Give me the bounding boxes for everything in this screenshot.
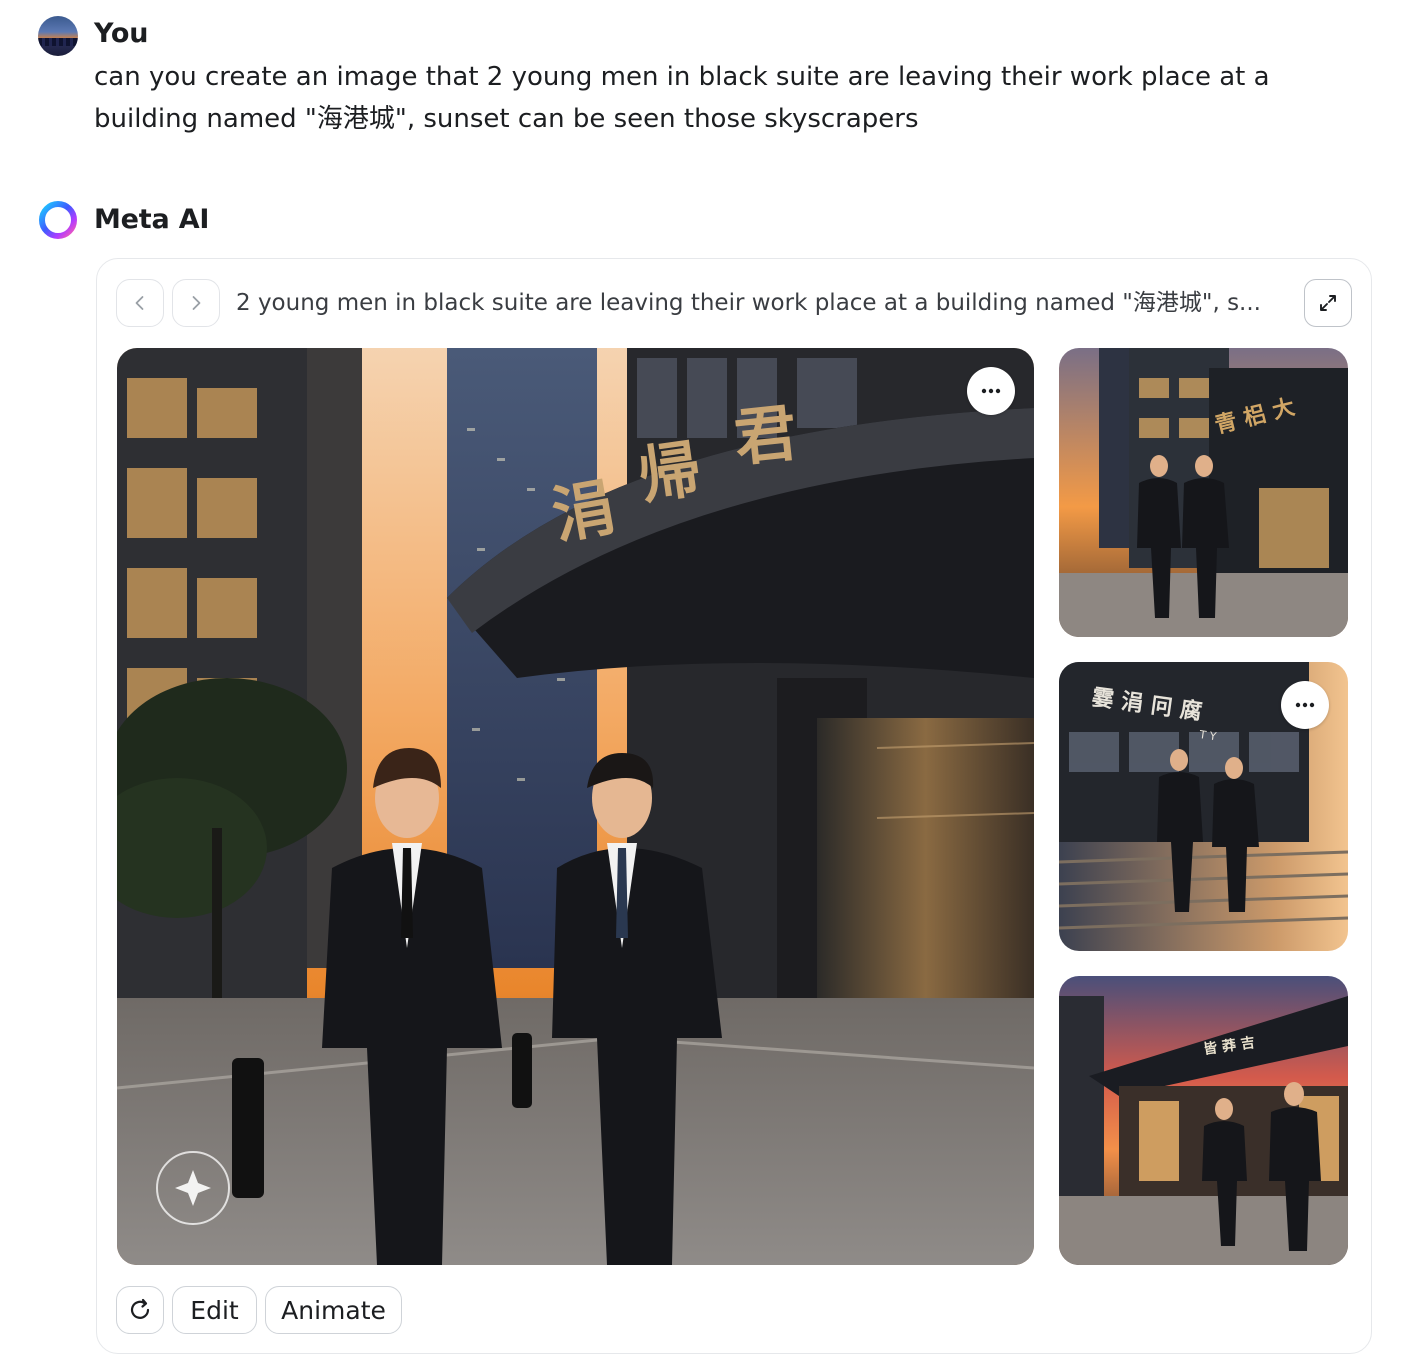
meta-ai-logo-icon: [39, 201, 77, 239]
more-horizontal-icon: [981, 388, 1001, 394]
more-options-button[interactable]: [967, 367, 1015, 415]
generated-image-thumb-3[interactable]: 皆 莽 吉: [1059, 976, 1348, 1265]
generated-image-main[interactable]: 涓 帰 君: [117, 348, 1034, 1265]
animate-button[interactable]: Animate: [265, 1286, 402, 1334]
sign-char-3: 君: [731, 396, 800, 475]
chevron-right-icon: [192, 296, 201, 310]
user-message: can you create an image that 2 young men…: [94, 62, 1270, 134]
regenerate-button[interactable]: [116, 1286, 164, 1334]
user-avatar: [38, 16, 78, 56]
image-prompt-text: 2 young men in black suite are leaving t…: [236, 290, 1261, 316]
refresh-icon: [130, 1298, 150, 1319]
imagined-with-ai-watermark-icon: [156, 1151, 230, 1225]
user-name: You: [94, 18, 149, 49]
chevron-left-icon: [135, 296, 144, 310]
next-button[interactable]: [172, 279, 220, 327]
expand-button[interactable]: [1304, 279, 1352, 327]
edit-button[interactable]: Edit: [172, 1286, 257, 1334]
assistant-name: Meta AI: [94, 204, 210, 235]
expand-icon: [1320, 295, 1336, 311]
sign-latin-thumb-2: T Y: [1198, 728, 1218, 743]
previous-button[interactable]: [116, 279, 164, 327]
sign-char-2: 帰: [634, 432, 706, 513]
generated-image-thumb-1[interactable]: 青 梠 大: [1059, 348, 1348, 637]
sign-char-1: 涓: [547, 470, 621, 553]
thumb-2-more-options-button[interactable]: [1281, 681, 1329, 729]
more-horizontal-icon: [1295, 702, 1315, 708]
